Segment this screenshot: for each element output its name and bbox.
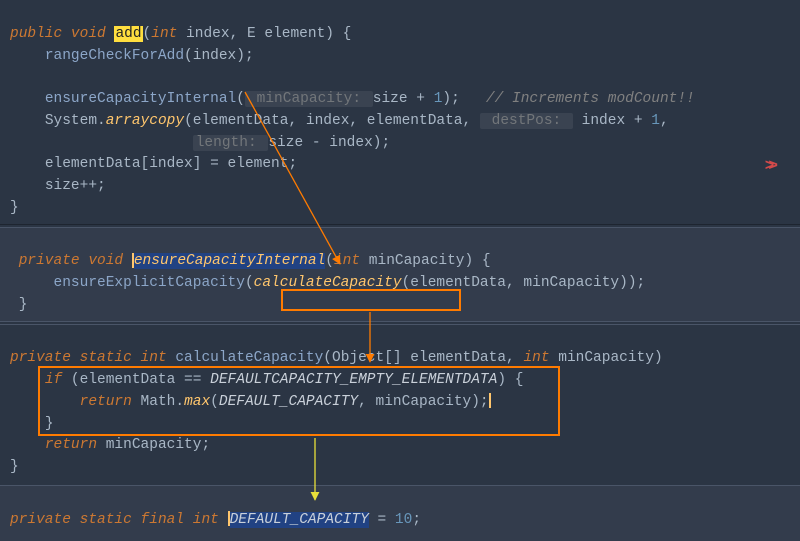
keyword-private: private [10,512,71,528]
keyword-int: int [141,350,167,366]
text: ; [412,512,421,528]
method-name-calculateCapacity: calculateCapacity [175,350,323,366]
keyword-final: final [141,512,185,528]
keyword-private: private [19,253,80,269]
brace-close: } [10,200,19,216]
keyword-void: void [88,253,123,269]
brace-close: } [19,297,28,313]
text: ( [245,275,254,291]
params: index, E element) { [177,26,351,42]
number: 10 [395,512,412,528]
text: ( [236,91,245,107]
keyword-static: static [80,350,132,366]
breakpoint-indicator-icon: >> [765,154,772,178]
keyword-static: static [80,512,132,528]
text: minCapacity) [550,350,672,366]
keyword-int: int [523,350,549,366]
call-arraycopy: arraycopy [106,113,184,129]
text: index + [573,113,651,129]
param-hint-destPos: destPos: [480,113,573,129]
selected-method-name: ensureCapacityInternal [134,253,325,269]
code-block-add[interactable]: public void add(int index, E element) { … [0,0,800,225]
text: size + [373,91,434,107]
annotation-box-if-block [38,366,560,436]
text: (Object[] elementData, [323,350,523,366]
text: (index); [184,48,254,64]
annotation-box-calculateCapacity [281,289,461,311]
text: elementData[index] = element; [45,156,297,172]
param-hint-minCapacity: minCapacity: [245,91,373,107]
keyword-void: void [71,26,106,42]
keyword-return: return [45,437,97,453]
keyword-int: int [334,253,360,269]
code-block-default-capacity[interactable]: private static final int DEFAULT_CAPACIT… [0,485,800,541]
text: System. [45,113,106,129]
keyword-private: private [10,350,71,366]
text: = [369,512,395,528]
text: , [660,113,669,129]
keyword-int: int [193,512,219,528]
number: 1 [651,113,660,129]
call-ensureCapacityInternal: ensureCapacityInternal [45,91,236,107]
keyword-public: public [10,26,62,42]
brace-close: } [10,459,19,475]
param-hint-length: length: [193,135,269,151]
text: size - index); [268,135,390,151]
text: ( [325,253,334,269]
params: minCapacity) { [360,253,491,269]
text: size++; [45,178,106,194]
call-rangeCheckForAdd: rangeCheckForAdd [45,48,184,64]
text: minCapacity; [97,437,210,453]
comment: // Increments modCount!! [486,91,695,107]
text: (elementData, index, elementData, [184,113,480,129]
text: ); [442,91,486,107]
selected-constant: DEFAULT_CAPACITY [230,512,369,528]
highlighted-add: add [114,26,142,42]
call-ensureExplicitCapacity: ensureExplicitCapacity [54,275,245,291]
keyword-int: int [151,26,177,42]
text: ( [143,26,152,42]
